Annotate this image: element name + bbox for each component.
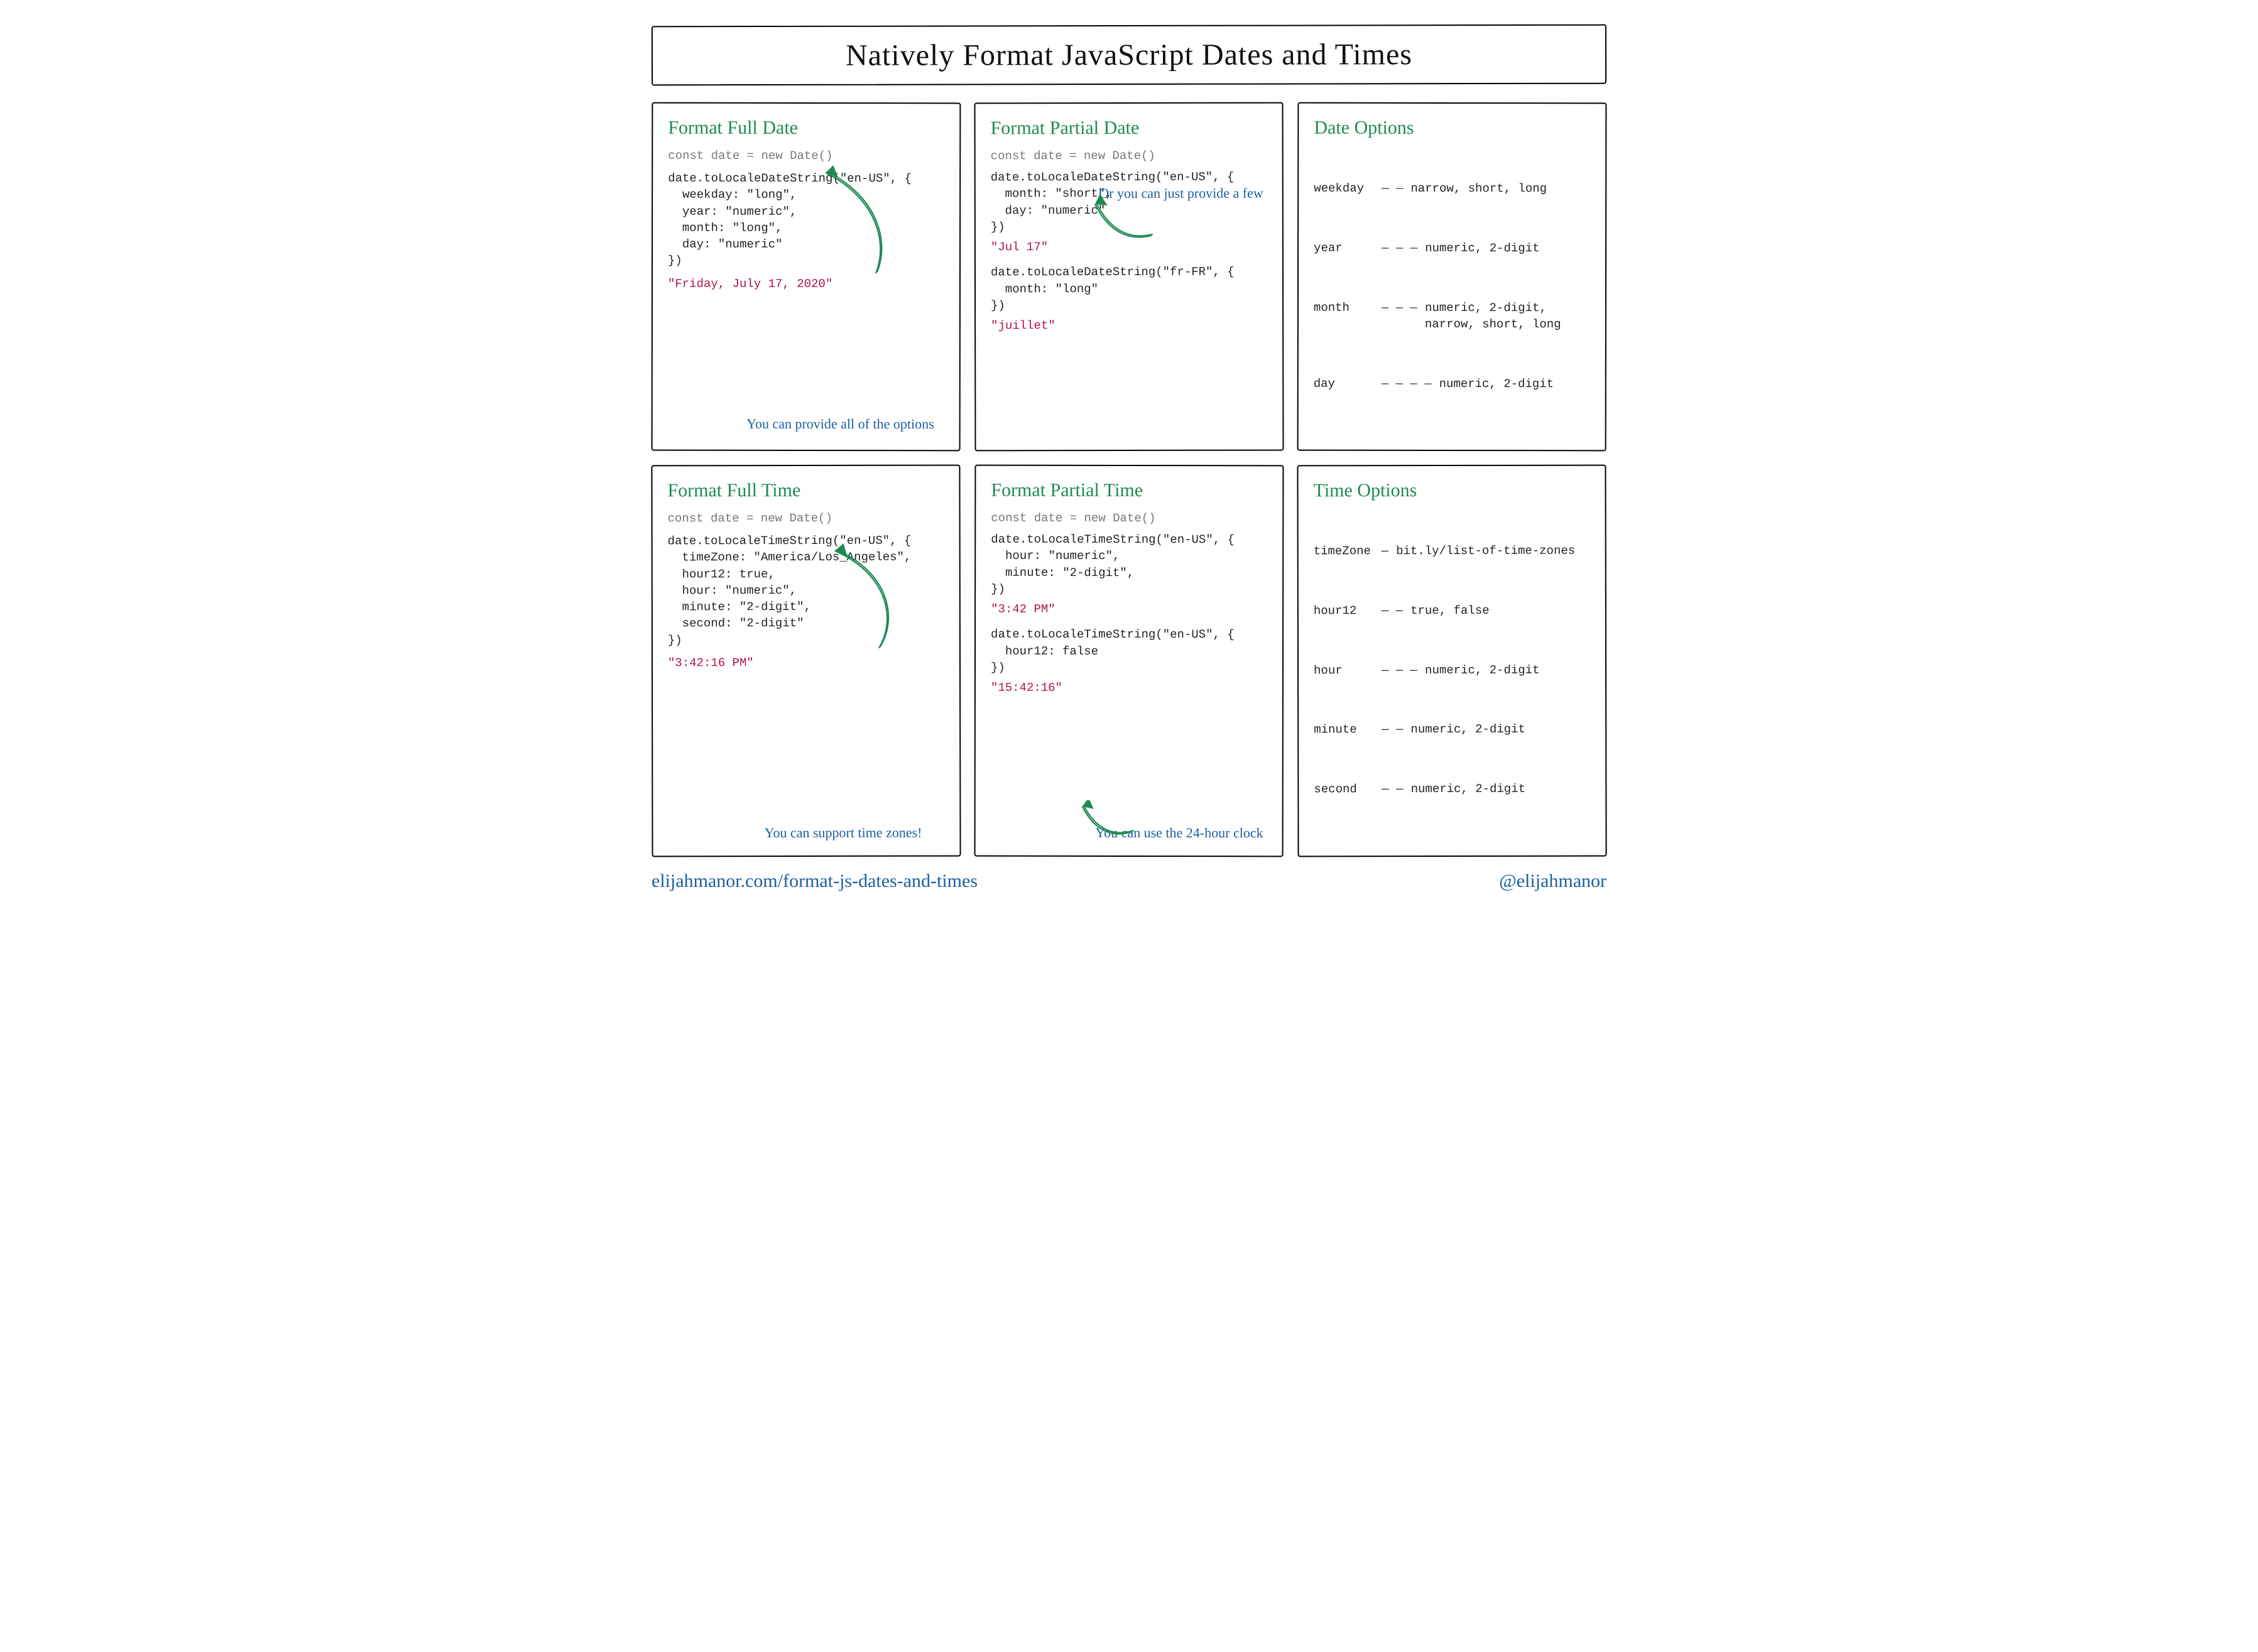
card-heading: Format Full Date (668, 117, 944, 139)
option-row: weekday — — narrow, short, long (1314, 180, 1590, 197)
option-val: true, false (1410, 602, 1590, 619)
card-grid: Format Full Date const date = new Date()… (652, 102, 1606, 857)
card-format-partial-time: Format Partial Time const date = new Dat… (974, 465, 1284, 857)
option-val: narrow, short, long (1410, 180, 1590, 197)
annotation: You can use the 24-hour clock (1095, 825, 1263, 842)
option-val: numeric, 2-digit (1411, 781, 1591, 798)
code-decl: const date = new Date() (668, 148, 944, 165)
card-heading: Time Options (1313, 480, 1590, 502)
card-heading: Date Options (1314, 117, 1590, 139)
annotation: You can support time zones! (765, 825, 922, 842)
option-dash: — — — (1382, 662, 1417, 678)
card-heading: Format Full Time (667, 480, 944, 502)
option-val: numeric, 2-digit (1425, 662, 1590, 679)
annotation: You can provide all of the options (746, 416, 934, 433)
option-key: hour12 (1314, 603, 1377, 619)
option-dash: — — (1382, 603, 1403, 619)
code-block: date.toLocaleDateString("en-US", { month… (991, 169, 1267, 236)
page: Natively Format JavaScript Dates and Tim… (652, 25, 1606, 892)
option-key: day (1314, 375, 1377, 391)
code-output: "juillet" (991, 317, 1267, 334)
card-time-options: Time Options timeZone — bit.ly/list-of-t… (1297, 465, 1606, 857)
option-row: minute — — numeric, 2-digit (1314, 721, 1590, 738)
code-output: "3:42 PM" (991, 601, 1267, 618)
option-val: bit.ly/list-of-time-zones (1396, 543, 1590, 560)
footer-handle[interactable]: @elijahmanor (1499, 871, 1606, 892)
option-dash: — — (1382, 180, 1403, 197)
option-key: weekday (1314, 180, 1377, 197)
title-box: Natively Format JavaScript Dates and Tim… (652, 24, 1606, 86)
page-title: Natively Format JavaScript Dates and Tim… (672, 37, 1586, 73)
option-key: second (1314, 781, 1377, 798)
code-decl: const date = new Date() (668, 510, 944, 527)
code-block: date.toLocaleTimeString("en-US", { hour:… (991, 531, 1267, 597)
option-key: timeZone (1314, 543, 1377, 560)
option-val: numeric, 2-digit (1425, 240, 1590, 257)
option-key: hour (1314, 662, 1377, 678)
option-dash: — — — (1382, 300, 1417, 316)
code-block: date.toLocaleDateString("en-US", { weekd… (668, 170, 944, 269)
code-decl: const date = new Date() (991, 510, 1267, 527)
option-row: day — — — — numeric, 2-digit (1314, 375, 1590, 392)
option-row: month — — — numeric, 2-digit, narrow, sh… (1314, 299, 1590, 332)
options-list: weekday — — narrow, short, long year — —… (1314, 148, 1591, 435)
option-key: year (1314, 240, 1377, 256)
option-dash: — (1382, 543, 1388, 560)
code-output: "15:42:16" (991, 680, 1267, 697)
code-decl: const date = new Date() (991, 148, 1267, 165)
option-row: year — — — numeric, 2-digit (1314, 240, 1590, 257)
option-dash: — — (1382, 722, 1403, 738)
code-block: date.toLocaleTimeString("en-US", { timeZ… (668, 533, 944, 648)
option-row: second — — numeric, 2-digit (1314, 781, 1590, 798)
option-val: numeric, 2-digit (1410, 721, 1590, 738)
card-format-full-time: Format Full Time const date = new Date()… (651, 465, 961, 857)
options-list: timeZone — bit.ly/list-of-time-zones hou… (1314, 510, 1591, 840)
option-row: hour — — — numeric, 2-digit (1314, 662, 1590, 679)
option-key: month (1314, 299, 1377, 315)
card-date-options: Date Options weekday — — narrow, short, … (1297, 102, 1607, 452)
code-block: date.toLocaleTimeString("en-US", { hour1… (991, 626, 1267, 676)
option-dash: — — (1382, 781, 1403, 797)
card-heading: Format Partial Date (991, 117, 1267, 139)
option-row: timeZone — bit.ly/list-of-time-zones (1314, 543, 1590, 560)
code-block: date.toLocaleDateString("fr-FR", { month… (991, 264, 1267, 313)
option-row: hour12 — — true, false (1314, 602, 1590, 619)
code-output: "3:42:16 PM" (668, 655, 944, 671)
option-dash: — — — — (1382, 375, 1432, 391)
option-val: numeric, 2-digit, narrow, short, long (1425, 300, 1590, 333)
option-dash: — — — (1382, 240, 1417, 256)
card-format-full-date: Format Full Date const date = new Date()… (652, 102, 961, 452)
code-output: "Jul 17" (991, 239, 1267, 256)
annotation: Or you can just provide a few (1099, 185, 1263, 202)
code-output: "Friday, July 17, 2020" (668, 275, 944, 292)
footer-url[interactable]: elijahmanor.com/format-js-dates-and-time… (652, 871, 978, 892)
option-key: minute (1314, 722, 1377, 738)
card-format-partial-date: Format Partial Date const date = new Dat… (974, 102, 1284, 452)
card-heading: Format Partial Time (991, 480, 1267, 502)
option-val: numeric, 2-digit (1439, 376, 1590, 393)
footer: elijahmanor.com/format-js-dates-and-time… (652, 871, 1606, 892)
